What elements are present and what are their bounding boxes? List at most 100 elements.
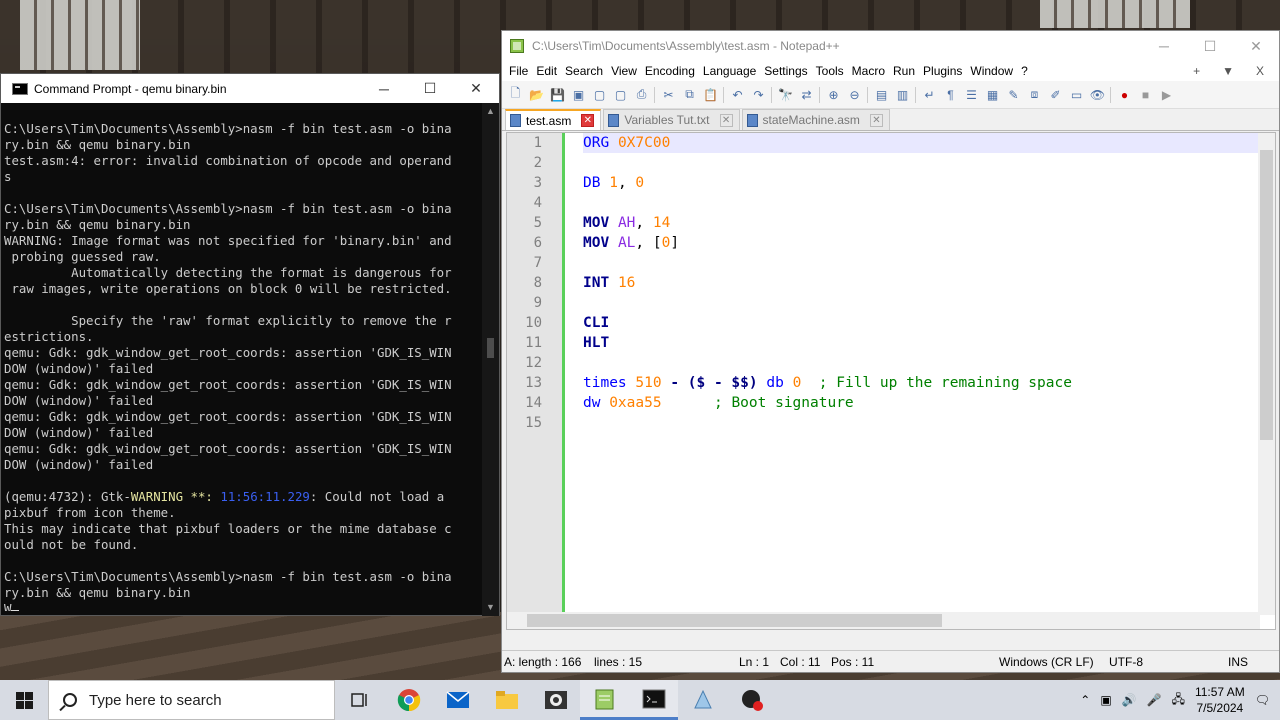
menu-window[interactable]: Window xyxy=(969,64,1020,78)
status-ins-mode[interactable]: INS xyxy=(1228,655,1248,669)
cmd-titlebar[interactable]: Command Prompt - qemu binary.bin ─ ☐ ✕ xyxy=(1,74,499,103)
tab-list-icon[interactable]: ▼ xyxy=(1221,64,1241,78)
function-list-icon[interactable]: ⧈ xyxy=(1026,86,1043,103)
minimize-button[interactable]: ─ xyxy=(361,74,407,103)
print-icon[interactable]: ⎙ xyxy=(633,86,650,103)
menu-view[interactable]: View xyxy=(610,64,644,78)
qemu-icon[interactable] xyxy=(678,680,727,720)
code-editor[interactable]: 1 2 3 4 5 6 7 8 9 10 11 12 13 14 15 ORG 0X7C00 DB 1, 0… xyxy=(506,132,1276,630)
menu-help[interactable]: ? xyxy=(1020,64,1035,78)
undo-icon[interactable]: ↶ xyxy=(729,86,746,103)
sync-vertical-icon[interactable]: ▤ xyxy=(873,86,890,103)
close-all-icon[interactable]: ▢ xyxy=(612,86,629,103)
new-tab-icon[interactable]: + xyxy=(1192,64,1207,78)
monitoring-icon[interactable]: 👁 xyxy=(1089,86,1106,103)
tab-close-icon[interactable]: ✕ xyxy=(581,114,595,127)
tab-variables-tut[interactable]: Variables Tut.txt ✕ xyxy=(603,109,740,130)
clock[interactable]: 11:57 AM 7/5/2024 xyxy=(1195,684,1245,716)
taskbar-search-box[interactable]: Type here to search xyxy=(48,680,335,720)
chrome-icon[interactable] xyxy=(384,680,433,720)
stop-macro-icon[interactable]: ■ xyxy=(1137,86,1154,103)
editor-vertical-scrollbar[interactable] xyxy=(1258,133,1275,615)
menu-macro[interactable]: Macro xyxy=(851,64,892,78)
network-icon[interactable]: 🖧 xyxy=(1172,690,1185,711)
task-view-icon[interactable] xyxy=(335,680,384,720)
tab-test-asm[interactable]: test.asm ✕ xyxy=(505,109,602,130)
status-bar: A: length : 166 lines : 15 Ln : 1 Col : … xyxy=(502,650,1279,672)
maximize-button[interactable]: ☐ xyxy=(1187,32,1233,61)
status-eol[interactable]: Windows (CR LF) xyxy=(999,655,1094,669)
npp-titlebar[interactable]: C:\Users\Tim\Documents\Assembly\test.asm… xyxy=(502,31,1279,61)
scroll-down-icon[interactable]: ▼ xyxy=(482,599,499,616)
command-prompt-taskbar-icon[interactable] xyxy=(629,680,678,720)
menu-edit[interactable]: Edit xyxy=(535,64,564,78)
console-line: DOW (window)' failed xyxy=(4,425,154,440)
close-button[interactable]: ✕ xyxy=(453,74,499,103)
obs-icon[interactable] xyxy=(531,680,580,720)
menu-language[interactable]: Language xyxy=(702,64,763,78)
line-number: 7 xyxy=(533,255,542,271)
close-doc-icon[interactable]: X xyxy=(1255,64,1271,78)
copy-icon[interactable]: ⧉ xyxy=(681,86,698,103)
minimize-button[interactable]: ─ xyxy=(1141,32,1187,61)
notification-icon[interactable]: 🗨 xyxy=(1255,693,1270,707)
menu-encoding[interactable]: Encoding xyxy=(644,64,702,78)
paste-icon[interactable]: 📋 xyxy=(702,86,719,103)
redo-icon[interactable]: ↷ xyxy=(750,86,767,103)
command-prompt-window[interactable]: Command Prompt - qemu binary.bin ─ ☐ ✕ C… xyxy=(0,73,500,616)
scroll-up-icon[interactable]: ▲ xyxy=(482,103,499,120)
microphone-icon[interactable]: 🎤 xyxy=(1147,693,1162,707)
new-file-icon[interactable]: 🗋 xyxy=(507,86,524,103)
console-line: qemu: Gdk: gdk_window_get_root_coords: a… xyxy=(4,409,452,424)
start-button[interactable] xyxy=(0,680,48,720)
close-icon[interactable]: ▢ xyxy=(591,86,608,103)
code-area[interactable]: ORG 0X7C00 DB 1, 0 MOV AH, 14 MOV AL, [0… xyxy=(583,133,1261,433)
indent-guide-icon[interactable]: ☰ xyxy=(963,86,980,103)
cut-icon[interactable]: ✂ xyxy=(660,86,677,103)
udl-icon[interactable]: ▦ xyxy=(984,86,1001,103)
show-all-chars-icon[interactable]: ¶ xyxy=(942,86,959,103)
scroll-thumb[interactable] xyxy=(527,614,942,627)
menu-settings[interactable]: Settings xyxy=(763,64,814,78)
tab-state-machine[interactable]: stateMachine.asm ✕ xyxy=(741,109,890,130)
replace-icon[interactable]: ⇄ xyxy=(798,86,815,103)
cmd-scrollbar[interactable]: ▲ ▼ xyxy=(482,103,499,616)
play-macro-icon[interactable]: ▶ xyxy=(1158,86,1175,103)
tab-close-icon[interactable]: ✕ xyxy=(719,113,733,127)
scroll-thumb[interactable] xyxy=(1260,150,1273,440)
menu-plugins[interactable]: Plugins xyxy=(922,64,969,78)
record-macro-icon[interactable]: ● xyxy=(1116,86,1133,103)
close-button[interactable]: ✕ xyxy=(1233,32,1279,61)
tab-close-icon[interactable]: ✕ xyxy=(869,113,883,127)
cmd-output[interactable]: C:\Users\Tim\Documents\Assembly>nasm -f … xyxy=(4,121,485,611)
open-file-icon[interactable]: 📂 xyxy=(528,86,545,103)
meet-now-icon[interactable]: ▣ xyxy=(1100,693,1111,707)
doc-map-icon[interactable]: ✎ xyxy=(1005,86,1022,103)
file-explorer-icon[interactable] xyxy=(482,680,531,720)
maximize-button[interactable]: ☐ xyxy=(407,74,453,103)
volume-icon[interactable]: 🔊 xyxy=(1122,693,1137,707)
notepadpp-window[interactable]: C:\Users\Tim\Documents\Assembly\test.asm… xyxy=(501,30,1280,673)
scroll-thumb[interactable] xyxy=(487,338,494,358)
menu-search[interactable]: Search xyxy=(564,64,610,78)
folder-as-workspace-icon[interactable]: ✐ xyxy=(1047,86,1064,103)
app-icon-recording[interactable] xyxy=(727,680,776,720)
menu-run[interactable]: Run xyxy=(892,64,922,78)
doc-list-icon[interactable]: ▭ xyxy=(1068,86,1085,103)
console-line: DOW (window)' failed xyxy=(4,361,154,376)
zoom-out-icon[interactable]: ⊖ xyxy=(846,86,863,103)
chevron-up-icon[interactable]: ⌃ xyxy=(1080,693,1090,707)
menu-tools[interactable]: Tools xyxy=(815,64,851,78)
sync-horizontal-icon[interactable]: ▥ xyxy=(894,86,911,103)
save-all-icon[interactable]: ▣ xyxy=(570,86,587,103)
save-icon[interactable]: 💾 xyxy=(549,86,566,103)
zoom-in-icon[interactable]: ⊕ xyxy=(825,86,842,103)
editor-horizontal-scrollbar[interactable] xyxy=(507,612,1260,629)
status-encoding[interactable]: UTF-8 xyxy=(1109,655,1143,669)
mail-icon[interactable] xyxy=(433,680,482,720)
notepadpp-taskbar-icon[interactable] xyxy=(580,680,629,720)
find-icon[interactable]: 🔭 xyxy=(777,86,794,103)
word-wrap-icon[interactable]: ↵ xyxy=(921,86,938,103)
menu-file[interactable]: File xyxy=(508,64,535,78)
console-line: Specify the 'raw' format explicitly to r… xyxy=(71,313,452,328)
